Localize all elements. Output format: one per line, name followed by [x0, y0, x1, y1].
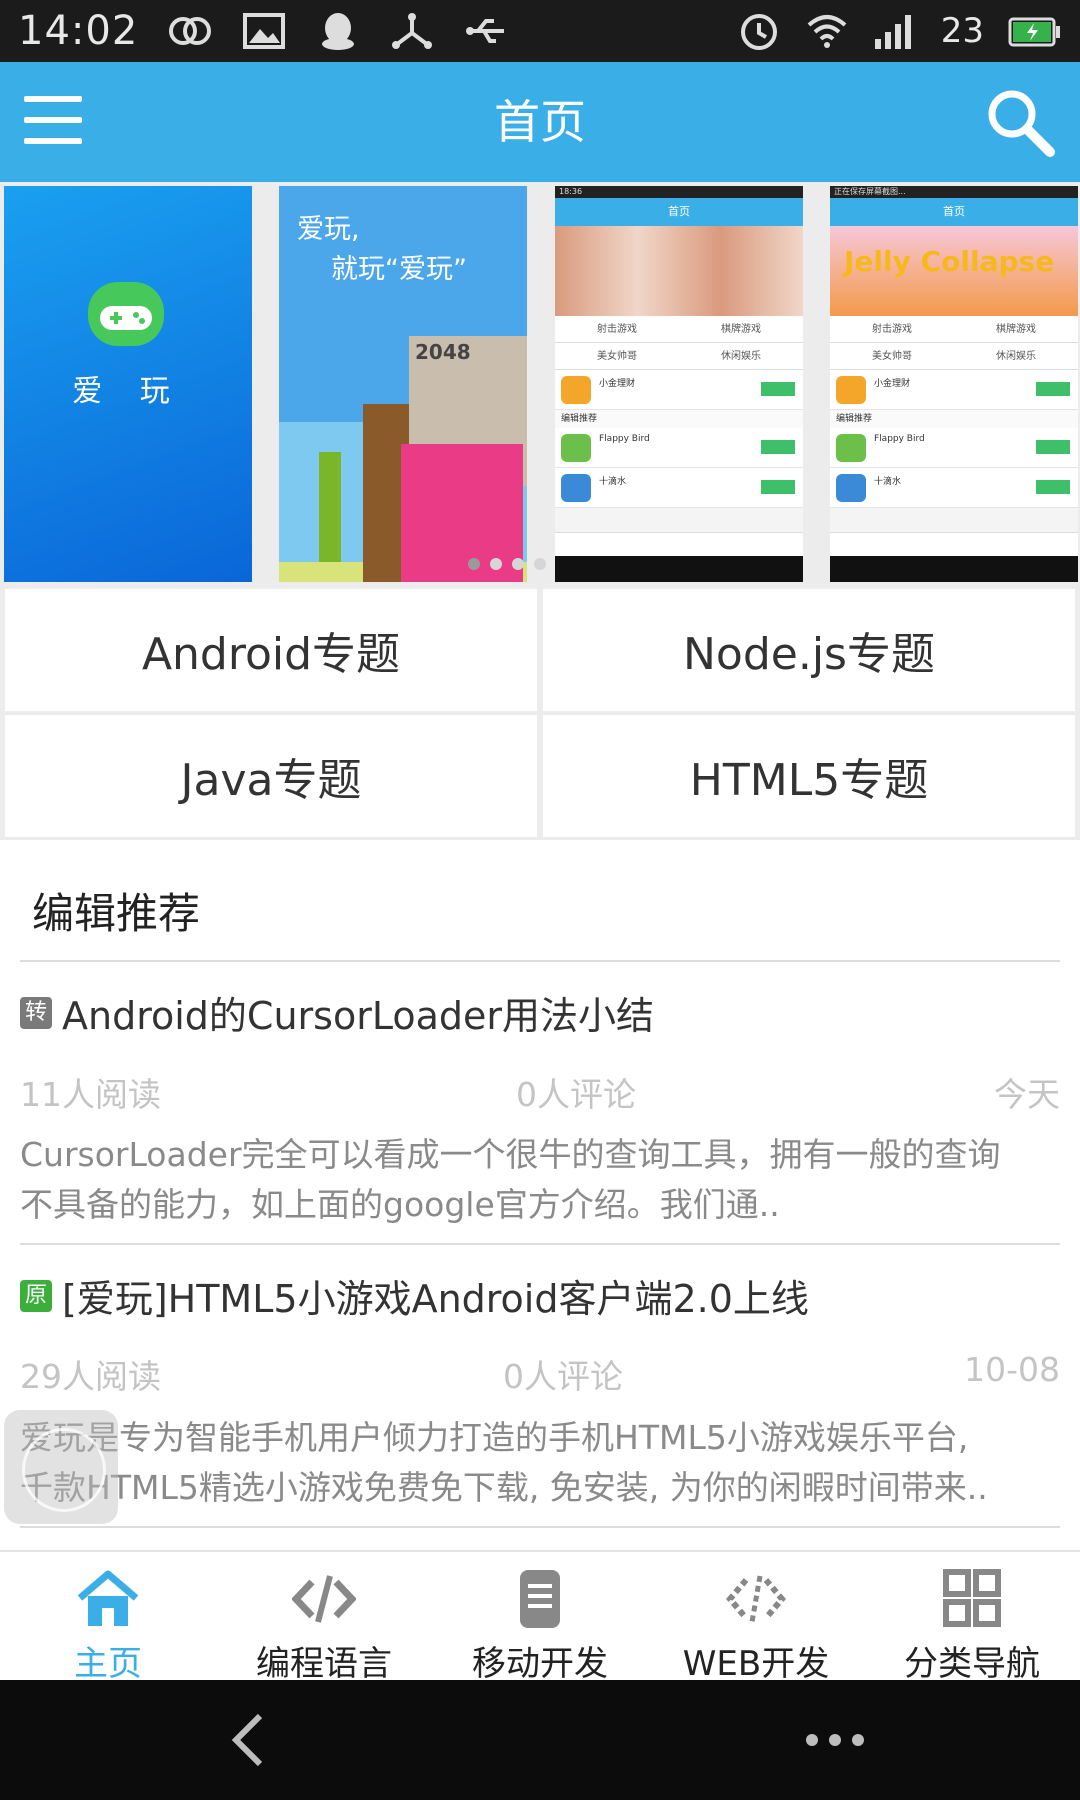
banner-slide-screenshot-1[interactable]: 18:36 首页 射击游戏 棋牌游戏 美女帅哥 休闲娱乐 小金理财 编辑推荐 F…: [555, 186, 803, 582]
banner-slide-screenshot-2[interactable]: 正在保存屏幕截图... 首页 Jelly Collapse 射击游戏 棋牌游戏 …: [830, 186, 1078, 582]
brand-name: 爱 玩: [72, 374, 184, 409]
bottom-tab-bar: 主页 编程语言 移动开发 WEB开发 分类导航: [0, 1550, 1080, 1684]
share-icon: [392, 13, 433, 49]
web-code-icon: [726, 1575, 786, 1623]
topic-nodejs[interactable]: Node.js专题: [543, 589, 1075, 711]
banner-slide-slogan[interactable]: 爱玩, 就玩“爱玩” 2048: [279, 186, 527, 582]
article-title-text: Android的CursorLoader用法小结: [62, 994, 654, 1038]
grid-icon: [943, 1569, 1001, 1627]
tab-web-dev[interactable]: WEB开发: [648, 1552, 864, 1684]
search-icon[interactable]: [982, 84, 1058, 160]
game-hero-image: Jelly Collapse: [830, 226, 1078, 316]
game-2048-label: 2048: [415, 340, 471, 364]
comment-count: 0人评论: [516, 1075, 636, 1114]
carousel-dot: [534, 558, 546, 570]
menu-button[interactable]: [22, 90, 86, 150]
title-bar: 首页: [0, 62, 1080, 182]
back-icon[interactable]: [220, 1710, 280, 1770]
read-count: 11人阅读: [20, 1075, 161, 1114]
tab-label: 分类导航: [904, 1644, 1040, 1684]
banner-carousel[interactable]: 爱 玩 爱玩, 就玩“爱玩” 2048 18:36 首页 射击游戏 棋牌游戏 美…: [0, 182, 1080, 584]
alarm-icon: [740, 14, 777, 50]
flappy-pipe: [319, 452, 341, 562]
article-summary: 爱玩是专为智能手机用户倾力打造的手机HTML5小游戏娱乐平台, 千款HTML5精…: [20, 1418, 988, 1507]
tab-programming-languages[interactable]: 编程语言: [216, 1552, 432, 1684]
tab-label: 主页: [74, 1644, 142, 1684]
read-count: 29人阅读: [20, 1357, 161, 1396]
page-title: 首页: [494, 95, 586, 149]
sync-icon: [169, 17, 212, 45]
system-nav-bar: [0, 1680, 1080, 1800]
topic-android[interactable]: Android专题: [5, 589, 537, 711]
tab-label: 移动开发: [472, 1644, 608, 1684]
hamburger-icon: [24, 96, 82, 102]
divider: [20, 1526, 1060, 1528]
article-title[interactable]: 原 [爱玩]HTML5小游戏Android客户端2.0上线: [20, 1268, 809, 1323]
divider: [20, 1243, 1060, 1245]
home-icon: [77, 1570, 139, 1626]
article-title-text: [爱玩]HTML5小游戏Android客户端2.0上线: [62, 1277, 809, 1321]
topic-html5[interactable]: HTML5专题: [543, 715, 1075, 837]
hero-image: [555, 226, 803, 316]
more-icon[interactable]: [800, 1710, 870, 1770]
tab-mobile-dev[interactable]: 移动开发: [432, 1552, 648, 1684]
section-title: 编辑推荐: [32, 889, 201, 938]
slogan-line-1: 爱玩,: [297, 214, 360, 245]
gamepad-icon: [88, 282, 164, 346]
slogan-line-2: 就玩“爱玩”: [331, 254, 467, 285]
topic-grid: Android专题 Node.js专题 Java专题 HTML5专题: [0, 584, 1080, 840]
article-tag-badge: 转: [20, 996, 52, 1029]
image-icon: [243, 13, 286, 49]
carousel-dot: [490, 558, 502, 570]
floating-assistive-button[interactable]: [4, 1410, 118, 1524]
battery-charging-icon: [1008, 17, 1060, 47]
article-date: 10-08: [964, 1350, 1060, 1389]
tab-home[interactable]: 主页: [0, 1552, 216, 1684]
usb-icon: [466, 19, 505, 43]
carousel-indicator: [468, 558, 546, 570]
topic-java[interactable]: Java专题: [5, 715, 537, 837]
article-tag-badge: 原: [20, 1279, 52, 1312]
status-bar: 14:02 23: [0, 0, 1080, 62]
tab-label: WEB开发: [682, 1644, 830, 1684]
qq-icon: [322, 13, 355, 50]
tab-category-nav[interactable]: 分类导航: [864, 1552, 1080, 1684]
code-icon: [292, 1575, 356, 1623]
wifi-icon: [807, 15, 847, 48]
article-summary: CursorLoader完全可以看成一个很牛的查询工具，拥有一般的查询 不具备的…: [20, 1135, 1001, 1224]
carousel-dot: [512, 558, 524, 570]
tab-label: 编程语言: [256, 1644, 392, 1684]
status-time: 14:02: [18, 8, 139, 54]
carousel-dot: [468, 558, 480, 570]
article-date: 今天: [994, 1075, 1060, 1114]
game-logo: Jelly Collapse: [844, 245, 1055, 278]
divider: [20, 960, 1060, 962]
banner-slide-app-logo[interactable]: 爱 玩: [4, 186, 252, 582]
signal-icon: [874, 15, 911, 49]
article-title[interactable]: 转 Android的CursorLoader用法小结: [20, 985, 654, 1040]
comment-count: 0人评论: [503, 1357, 623, 1396]
battery-level: 23: [940, 11, 984, 51]
phone-icon: [520, 1570, 560, 1628]
